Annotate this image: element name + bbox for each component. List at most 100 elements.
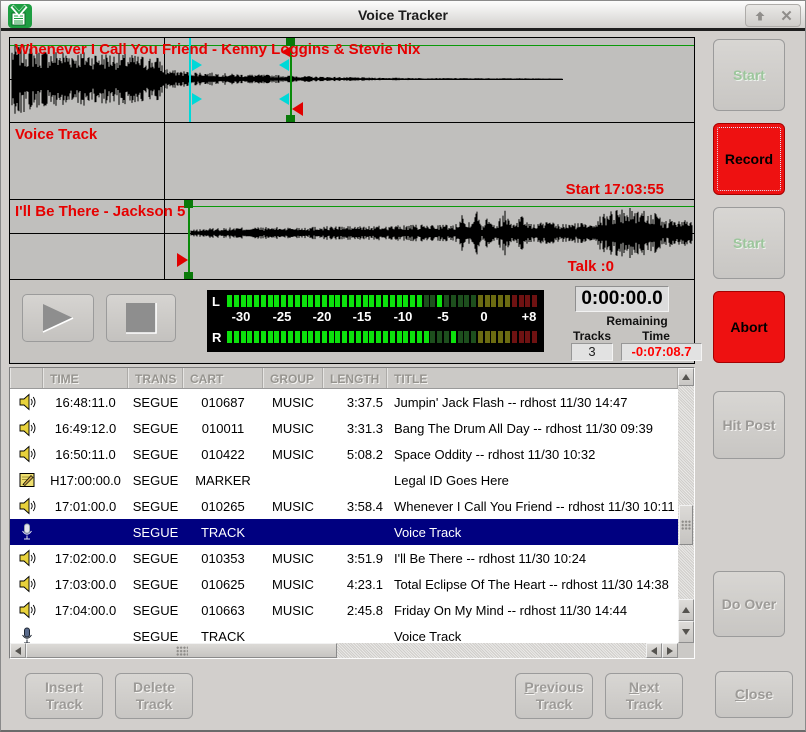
voice-tracker-window: Voice Tracker ✕ Whenever [0,0,806,732]
scroll-left-button-2[interactable] [646,643,662,658]
meter-segment [376,331,381,343]
table-row[interactable]: 16:49:12.0SEGUE010011MUSIC3:31.3Bang The… [10,415,678,441]
meter-segment [302,331,307,343]
play-icon [41,303,75,333]
cell-length: 2:45.8 [323,603,387,618]
meter-segment [458,295,463,307]
talk-marker-handle[interactable] [192,59,202,71]
meter-segment [471,331,476,343]
waveform-track-3[interactable]: I'll Be There - Jackson 5 Talk :0 [10,200,694,280]
cell-length: 5:08.2 [323,447,387,462]
meter-segment [417,331,422,343]
end-marker[interactable] [292,102,303,116]
waveform-track-2[interactable]: Voice Track Start 17:03:55 [10,123,694,200]
talk-marker-handle[interactable] [192,93,202,105]
table-row[interactable]: SEGUETRACKVoice Track [10,623,678,643]
log-body: 16:48:11.0SEGUE010687MUSIC3:37.5Jumpin' … [10,389,678,643]
play-button[interactable] [22,294,94,342]
meter-segment [261,295,266,307]
scroll-right-button[interactable] [662,643,678,658]
vertical-scroll-thumb[interactable] [679,505,693,545]
cell-title: Jumpin' Jack Flash -- rdhost 11/30 14:47 [387,395,678,410]
stop-button[interactable] [106,294,176,342]
start-marker-line[interactable] [188,200,190,280]
waveform-track-1[interactable]: Whenever I Call You Friend - Kenny Loggi… [10,38,694,123]
cell-time: 17:04:00.0 [43,603,128,618]
cell-cart: MARKER [183,473,263,488]
track-boundary-line [164,123,165,199]
table-row[interactable]: 17:01:00.0SEGUE010265MUSIC3:58.4Whenever… [10,493,678,519]
record-button[interactable]: Record [713,123,785,195]
cell-group: MUSIC [263,447,323,462]
table-row[interactable]: 17:04:00.0SEGUE010663MUSIC2:45.8Friday O… [10,597,678,623]
meter-segment [342,331,347,343]
meter-segment [430,331,435,343]
cell-trans: SEGUE [128,499,183,514]
header-group: GROUP [263,368,323,388]
scroll-up-button[interactable] [678,368,694,386]
meter-segment [363,331,368,343]
shade-window-button[interactable] [746,5,773,26]
next-track-button[interactable]: Next Track [605,673,683,719]
meter-segment [424,331,429,343]
start-marker-handle[interactable] [184,272,193,280]
start-marker-handle[interactable] [184,200,193,208]
delete-track-button[interactable]: Delete Track [115,673,193,719]
insert-track-button[interactable]: Insert Track [25,673,103,719]
hit-post-button[interactable]: Hit Post [713,391,785,459]
meter-segment [437,295,442,307]
cell-cart: 010687 [183,395,263,410]
table-row[interactable]: 17:03:00.0SEGUE010625MUSIC4:23.1Total Ec… [10,571,678,597]
meter-segment [451,295,456,307]
speaker-icon-cell [10,445,43,463]
meter-segment [410,295,415,307]
abort-button[interactable]: Abort [713,291,785,363]
scroll-left-button[interactable] [10,643,26,658]
horizontal-scrollbar[interactable] [10,643,678,658]
table-row[interactable]: 17:02:00.0SEGUE010353MUSIC3:51.9I'll Be … [10,545,678,571]
meter-segment [254,331,259,343]
cell-title: Friday On My Mind -- rdhost 11/30 14:44 [387,603,678,618]
meter-scale-label: -20 [313,309,332,324]
segue-marker-handle[interactable] [286,115,295,123]
table-row[interactable]: 16:48:11.0SEGUE010687MUSIC3:37.5Jumpin' … [10,389,678,415]
right-arrow-icon [667,647,673,655]
close-button[interactable]: Close [715,671,793,718]
up-arrow-icon [682,374,690,380]
close-window-button[interactable]: ✕ [773,5,800,26]
table-row[interactable]: SEGUETRACKVoice Track [10,519,678,545]
table-row[interactable]: H17:00:00.0SEGUEMARKERLegal ID Goes Here [10,467,678,493]
marker-note-icon [18,471,36,489]
previous-track-button[interactable]: Previous Track [515,673,593,719]
start-marker[interactable] [177,253,188,267]
header-icon-col [10,368,43,388]
up-arrow-icon [682,607,690,613]
tracks-remaining-value: 3 [571,343,613,361]
horizontal-scroll-thumb[interactable] [26,643,337,658]
talk-end-marker[interactable] [279,59,289,71]
track-3-title: I'll Be There - Jackson 5 [15,203,185,220]
gain-line[interactable] [189,206,694,207]
meter-segment [315,331,320,343]
do-over-button[interactable]: Do Over [713,571,785,637]
table-row[interactable]: 16:50:11.0SEGUE010422MUSIC5:08.2Space Od… [10,441,678,467]
vertical-scrollbar[interactable] [678,368,694,643]
meter-segment [505,295,510,307]
meter-segment [390,331,395,343]
talk-end-marker[interactable] [279,93,289,105]
cell-time: 17:03:00.0 [43,577,128,592]
cell-trans: SEGUE [128,577,183,592]
meter-segment [397,331,402,343]
meter-right-segments [227,331,541,343]
header-length: LENGTH [323,368,387,388]
meter-segment [241,331,246,343]
start-track3-button[interactable]: Start [713,207,785,279]
meter-segment [525,295,530,307]
left-arrow-icon [651,647,657,655]
scroll-down-button[interactable] [678,621,694,643]
start-track1-button[interactable]: Start [713,39,785,111]
scroll-up-button-2[interactable] [678,599,694,621]
meter-segment [247,331,252,343]
header-cart: CART [183,368,263,388]
meter-segment [335,295,340,307]
